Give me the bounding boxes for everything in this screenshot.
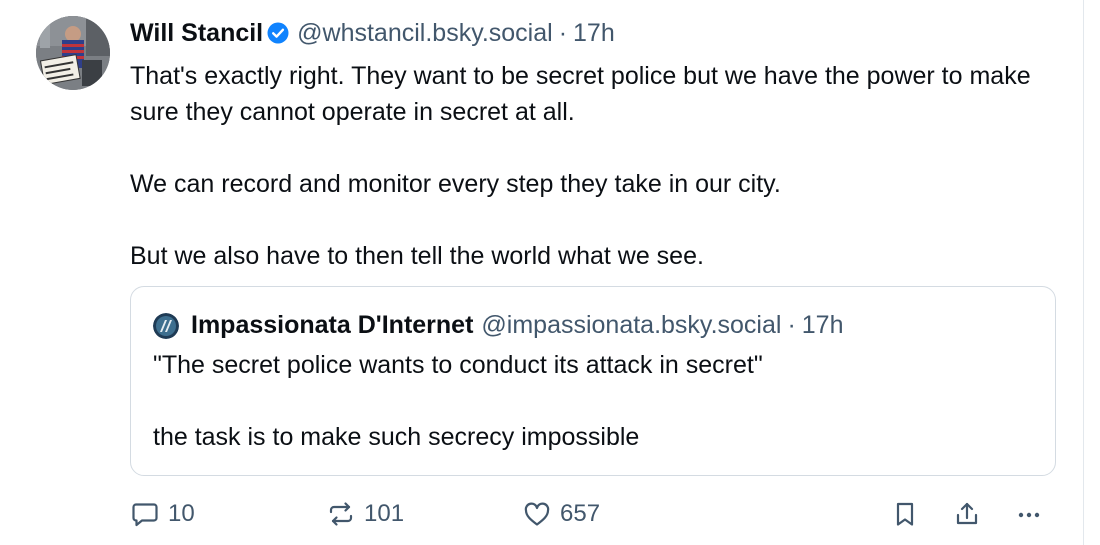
reply-button[interactable]: 10 [130, 496, 195, 532]
verified-badge-icon [267, 22, 289, 44]
separator-dot: · [787, 311, 796, 339]
quote-header: Impassionata D'Internet @impassionata.bs… [153, 311, 844, 340]
post-header: Will Stancil @whstancil.bsky.social · 17… [130, 16, 615, 50]
repost-button[interactable]: 101 [326, 496, 404, 532]
quote-author-avatar[interactable] [153, 312, 179, 339]
separator-dot: · [558, 18, 568, 47]
more-icon [1014, 499, 1044, 529]
post-paragraph: But we also have to then tell the world … [130, 242, 704, 270]
repost-count: 101 [364, 500, 405, 527]
reply-count: 10 [168, 500, 195, 527]
more-options-button[interactable] [1014, 496, 1044, 532]
author-avatar[interactable] [36, 16, 110, 90]
quote-author-handle[interactable]: @impassionata.bsky.social [481, 311, 781, 340]
like-count: 657 [560, 500, 601, 527]
post-paragraph: That's exactly right. They want to be se… [130, 62, 1031, 126]
post-container[interactable]: Will Stancil @whstancil.bsky.social · 17… [0, 0, 1084, 545]
heart-icon [522, 499, 552, 529]
post-paragraph: We can record and monitor every step the… [130, 170, 781, 198]
reply-icon [130, 499, 160, 529]
share-button[interactable] [952, 496, 982, 532]
author-display-name[interactable]: Will Stancil [130, 19, 263, 48]
quote-paragraph: "The secret police wants to conduct its … [153, 351, 763, 379]
bookmark-icon [890, 499, 920, 529]
author-handle[interactable]: @whstancil.bsky.social [297, 19, 553, 48]
post-timestamp[interactable]: 17h [573, 19, 615, 48]
quote-text: "The secret police wants to conduct its … [153, 347, 1033, 455]
repost-icon [326, 499, 356, 529]
bookmark-button[interactable] [890, 496, 920, 532]
quote-author-display-name[interactable]: Impassionata D'Internet [191, 311, 473, 340]
post-text: That's exactly right. They want to be se… [130, 58, 1060, 274]
quoted-post-card[interactable]: Impassionata D'Internet @impassionata.bs… [130, 286, 1056, 476]
quote-timestamp[interactable]: 17h [802, 311, 844, 340]
quote-paragraph: the task is to make such secrecy impossi… [153, 423, 640, 451]
like-button[interactable]: 657 [522, 496, 600, 532]
share-icon [952, 499, 982, 529]
post-actions-bar: 10 101 657 [130, 496, 1056, 532]
